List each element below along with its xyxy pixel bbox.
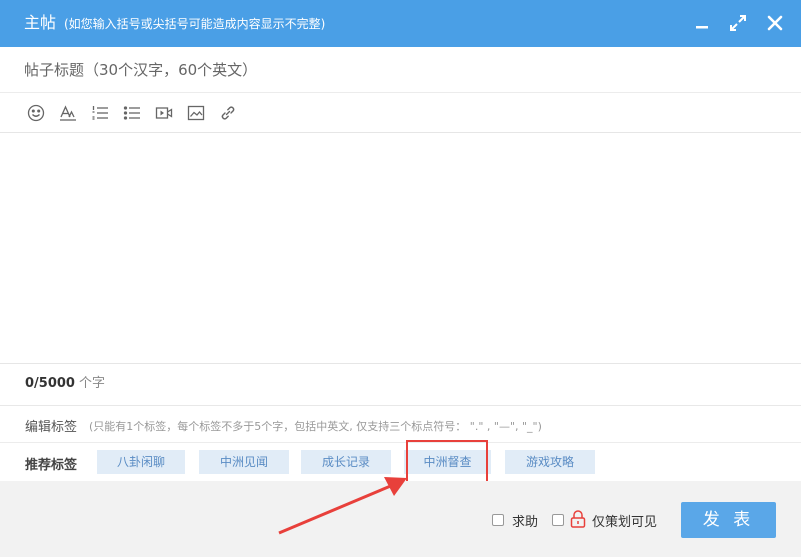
tag-game-guide[interactable]: 游戏攻略: [505, 450, 595, 474]
help-checkbox[interactable]: [492, 514, 504, 526]
tag-growth-record[interactable]: 成长记录: [301, 450, 391, 474]
emoji-icon[interactable]: [26, 103, 46, 123]
font-style-icon[interactable]: [58, 103, 78, 123]
character-counter: 0/5000 个字: [25, 376, 105, 392]
character-count-unit: 个字: [78, 376, 105, 391]
publish-button[interactable]: 发 表: [681, 502, 776, 538]
unordered-list-icon[interactable]: [122, 103, 142, 123]
editor-title: 主帖: [24, 13, 57, 32]
tag-gossip[interactable]: 八卦闲聊: [97, 450, 185, 474]
private-label: 仅策划可见: [592, 515, 658, 530]
post-editor-header: 主帖 (如您输入括号或尖括号可能造成内容显示不完整): [0, 0, 801, 47]
video-icon[interactable]: [154, 103, 174, 123]
annotation-highlight-box: [406, 440, 488, 484]
image-icon[interactable]: [186, 103, 206, 123]
fullscreen-icon[interactable]: [727, 12, 749, 34]
tag-editor-hint: (只能有1个标签，每个标签不多于5个字，包括中英文, 仅支持三个标点符号： ".…: [89, 420, 542, 433]
post-content-editor[interactable]: [0, 133, 801, 364]
post-title-input[interactable]: [0, 47, 801, 93]
close-icon[interactable]: [764, 12, 786, 34]
recommended-tags-label: 推荐标签: [25, 458, 78, 473]
tag-editor-row[interactable]: 编辑标签 (只能有1个标签，每个标签不多于5个字，包括中英文, 仅支持三个标点符…: [0, 405, 801, 443]
private-checkbox[interactable]: [552, 514, 564, 526]
ordered-list-icon[interactable]: [90, 103, 110, 123]
tag-zhongzhou-news[interactable]: 中洲见闻: [199, 450, 289, 474]
lock-icon: [569, 509, 587, 533]
help-label: 求助: [512, 515, 539, 530]
character-count-value: 0/5000: [25, 376, 75, 391]
bracket-warning-note: (如您输入括号或尖括号可能造成内容显示不完整): [64, 17, 326, 31]
tag-editor-label: 编辑标签: [25, 420, 78, 435]
link-icon[interactable]: [218, 103, 238, 123]
editor-toolbar: [0, 93, 801, 133]
minimize-icon[interactable]: [691, 12, 713, 34]
recommended-tags-row: 推荐标签 八卦闲聊 中洲见闻 成长记录 中洲督查 游戏攻略: [0, 443, 801, 481]
